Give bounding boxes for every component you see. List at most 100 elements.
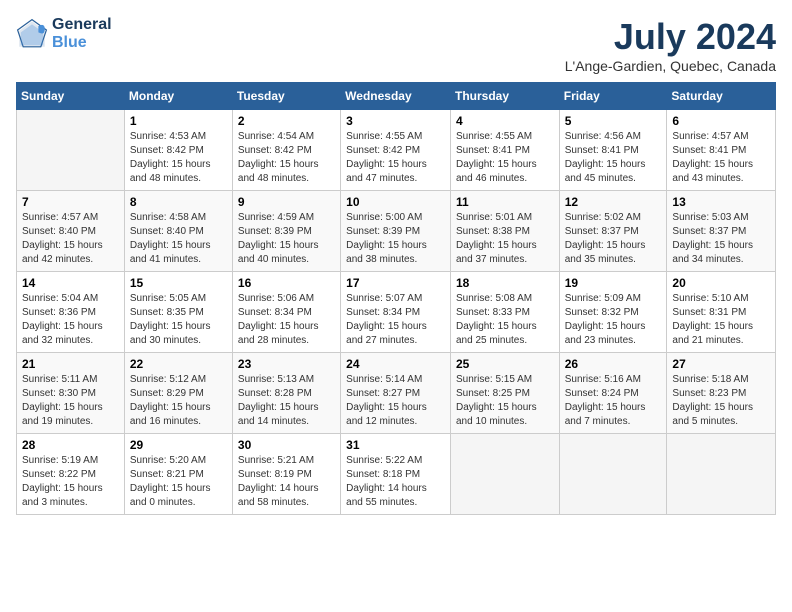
calendar-cell: 23Sunrise: 5:13 AM Sunset: 8:28 PM Dayli… (232, 353, 340, 434)
day-number: 10 (346, 195, 445, 209)
week-row-1: 1 Sunrise: 4:53 AM Sunset: 8:42 PM Daylig… (17, 110, 776, 191)
calendar-cell: 29 Sunrise: 5:20 AM Sunset: 8:21 PM Dayli… (124, 434, 232, 515)
day-number: 12 (565, 195, 662, 209)
day-info: Sunrise: 5:07 AM Sunset: 8:34 PM Dayligh… (346, 292, 445, 348)
day-number: 28 (22, 438, 119, 452)
day-info: Sunrise: 5:16 AM Sunset: 8:24 PM Dayligh… (565, 373, 662, 429)
calendar-table: SundayMondayTuesdayWednesdayThursdayFrid… (16, 82, 776, 515)
day-number: 9 (238, 195, 335, 209)
day-info: Sunrise: 5:14 AM Sunset: 8:27 PM Dayligh… (346, 373, 445, 429)
day-number: 21 (22, 357, 119, 371)
day-number: 15 (130, 276, 227, 290)
day-info: Sunrise: 5:04 AM Sunset: 8:36 PM Dayligh… (22, 292, 119, 348)
day-header-wednesday: Wednesday (341, 83, 451, 110)
day-header-thursday: Thursday (450, 83, 559, 110)
calendar-cell: 13 Sunrise: 5:03 AM Sunset: 8:37 PM Dayli… (667, 191, 776, 272)
day-info: Sunrise: 5:00 AM Sunset: 8:39 PM Dayligh… (346, 211, 445, 267)
day-info: Sunrise: 5:06 AM Sunset: 8:34 PM Dayligh… (238, 292, 335, 348)
calendar-cell: 9 Sunrise: 4:59 AM Sunset: 8:39 PM Daylig… (232, 191, 340, 272)
day-info: Sunrise: 4:53 AM Sunset: 8:42 PM Dayligh… (130, 130, 227, 186)
calendar-cell: 8 Sunrise: 4:58 AM Sunset: 8:40 PM Daylig… (124, 191, 232, 272)
day-header-monday: Monday (124, 83, 232, 110)
calendar-cell: 27 Sunrise: 5:18 AM Sunset: 8:23 PM Dayli… (667, 353, 776, 434)
calendar-cell: 12Sunrise: 5:02 AM Sunset: 8:37 PM Dayli… (559, 191, 667, 272)
day-number: 2 (238, 114, 335, 128)
day-info: Sunrise: 5:19 AM Sunset: 8:22 PM Dayligh… (22, 454, 119, 510)
calendar-cell: 5Sunrise: 4:56 AM Sunset: 8:41 PM Daylig… (559, 110, 667, 191)
day-info: Sunrise: 5:09 AM Sunset: 8:32 PM Dayligh… (565, 292, 662, 348)
calendar-cell: 11 Sunrise: 5:01 AM Sunset: 8:38 PM Dayli… (450, 191, 559, 272)
calendar-cell: 19 Sunrise: 5:09 AM Sunset: 8:32 PM Dayli… (559, 272, 667, 353)
day-number: 6 (672, 114, 770, 128)
calendar-cell: 20 Sunrise: 5:10 AM Sunset: 8:31 PM Dayli… (667, 272, 776, 353)
day-number: 25 (456, 357, 554, 371)
day-info: Sunrise: 5:10 AM Sunset: 8:31 PM Dayligh… (672, 292, 770, 348)
day-header-sunday: Sunday (17, 83, 125, 110)
day-info: Sunrise: 5:18 AM Sunset: 8:23 PM Dayligh… (672, 373, 770, 429)
calendar-cell: 15Sunrise: 5:05 AM Sunset: 8:35 PM Dayli… (124, 272, 232, 353)
day-info: Sunrise: 4:58 AM Sunset: 8:40 PM Dayligh… (130, 211, 227, 267)
day-number: 27 (672, 357, 770, 371)
day-number: 20 (672, 276, 770, 290)
day-number: 30 (238, 438, 335, 452)
day-info: Sunrise: 5:03 AM Sunset: 8:37 PM Dayligh… (672, 211, 770, 267)
calendar-cell (450, 434, 559, 515)
day-number: 4 (456, 114, 554, 128)
day-info: Sunrise: 4:57 AM Sunset: 8:41 PM Dayligh… (672, 130, 770, 186)
calendar-cell: 3Sunrise: 4:55 AM Sunset: 8:42 PM Daylig… (341, 110, 451, 191)
month-title: July 2024 (565, 16, 776, 58)
day-number: 18 (456, 276, 554, 290)
day-info: Sunrise: 5:20 AM Sunset: 8:21 PM Dayligh… (130, 454, 227, 510)
day-info: Sunrise: 5:21 AM Sunset: 8:19 PM Dayligh… (238, 454, 335, 510)
calendar-cell: 26 Sunrise: 5:16 AM Sunset: 8:24 PM Dayli… (559, 353, 667, 434)
days-header-row: SundayMondayTuesdayWednesdayThursdayFrid… (17, 83, 776, 110)
day-number: 31 (346, 438, 445, 452)
day-number: 8 (130, 195, 227, 209)
week-row-4: 21 Sunrise: 5:11 AM Sunset: 8:30 PM Dayli… (17, 353, 776, 434)
day-number: 1 (130, 114, 227, 128)
day-info: Sunrise: 4:55 AM Sunset: 8:42 PM Dayligh… (346, 130, 445, 186)
week-row-3: 14 Sunrise: 5:04 AM Sunset: 8:36 PM Dayli… (17, 272, 776, 353)
day-number: 14 (22, 276, 119, 290)
calendar-cell (667, 434, 776, 515)
day-header-saturday: Saturday (667, 83, 776, 110)
calendar-cell (559, 434, 667, 515)
day-info: Sunrise: 5:08 AM Sunset: 8:33 PM Dayligh… (456, 292, 554, 348)
day-info: Sunrise: 5:22 AM Sunset: 8:18 PM Dayligh… (346, 454, 445, 510)
day-number: 17 (346, 276, 445, 290)
title-area: July 2024 L'Ange-Gardien, Quebec, Canada (565, 16, 776, 74)
week-row-5: 28 Sunrise: 5:19 AM Sunset: 8:22 PM Dayli… (17, 434, 776, 515)
day-number: 24 (346, 357, 445, 371)
day-header-friday: Friday (559, 83, 667, 110)
day-number: 19 (565, 276, 662, 290)
day-number: 7 (22, 195, 119, 209)
day-info: Sunrise: 5:15 AM Sunset: 8:25 PM Dayligh… (456, 373, 554, 429)
logo: General Blue (16, 16, 112, 52)
calendar-cell: 4Sunrise: 4:55 AM Sunset: 8:41 PM Daylig… (450, 110, 559, 191)
day-info: Sunrise: 4:57 AM Sunset: 8:40 PM Dayligh… (22, 211, 119, 267)
calendar-cell: 6 Sunrise: 4:57 AM Sunset: 8:41 PM Daylig… (667, 110, 776, 191)
day-info: Sunrise: 4:59 AM Sunset: 8:39 PM Dayligh… (238, 211, 335, 267)
calendar-cell: 21 Sunrise: 5:11 AM Sunset: 8:30 PM Dayli… (17, 353, 125, 434)
day-number: 13 (672, 195, 770, 209)
calendar-cell: 17 Sunrise: 5:07 AM Sunset: 8:34 PM Dayli… (341, 272, 451, 353)
calendar-cell: 31 Sunrise: 5:22 AM Sunset: 8:18 PM Dayli… (341, 434, 451, 515)
header: General Blue July 2024 L'Ange-Gardien, Q… (16, 16, 776, 74)
day-info: Sunrise: 4:56 AM Sunset: 8:41 PM Dayligh… (565, 130, 662, 186)
day-info: Sunrise: 5:11 AM Sunset: 8:30 PM Dayligh… (22, 373, 119, 429)
day-number: 26 (565, 357, 662, 371)
day-number: 22 (130, 357, 227, 371)
day-info: Sunrise: 5:13 AM Sunset: 8:28 PM Dayligh… (238, 373, 335, 429)
calendar-cell: 18 Sunrise: 5:08 AM Sunset: 8:33 PM Dayli… (450, 272, 559, 353)
calendar-cell: 10 Sunrise: 5:00 AM Sunset: 8:39 PM Dayli… (341, 191, 451, 272)
day-header-tuesday: Tuesday (232, 83, 340, 110)
day-info: Sunrise: 5:12 AM Sunset: 8:29 PM Dayligh… (130, 373, 227, 429)
week-row-2: 7 Sunrise: 4:57 AM Sunset: 8:40 PM Daylig… (17, 191, 776, 272)
day-info: Sunrise: 5:01 AM Sunset: 8:38 PM Dayligh… (456, 211, 554, 267)
day-number: 29 (130, 438, 227, 452)
calendar-cell: 14 Sunrise: 5:04 AM Sunset: 8:36 PM Dayli… (17, 272, 125, 353)
calendar-cell: 28 Sunrise: 5:19 AM Sunset: 8:22 PM Dayli… (17, 434, 125, 515)
logo-text: General Blue (52, 16, 112, 52)
day-number: 11 (456, 195, 554, 209)
location-title: L'Ange-Gardien, Quebec, Canada (565, 58, 776, 74)
